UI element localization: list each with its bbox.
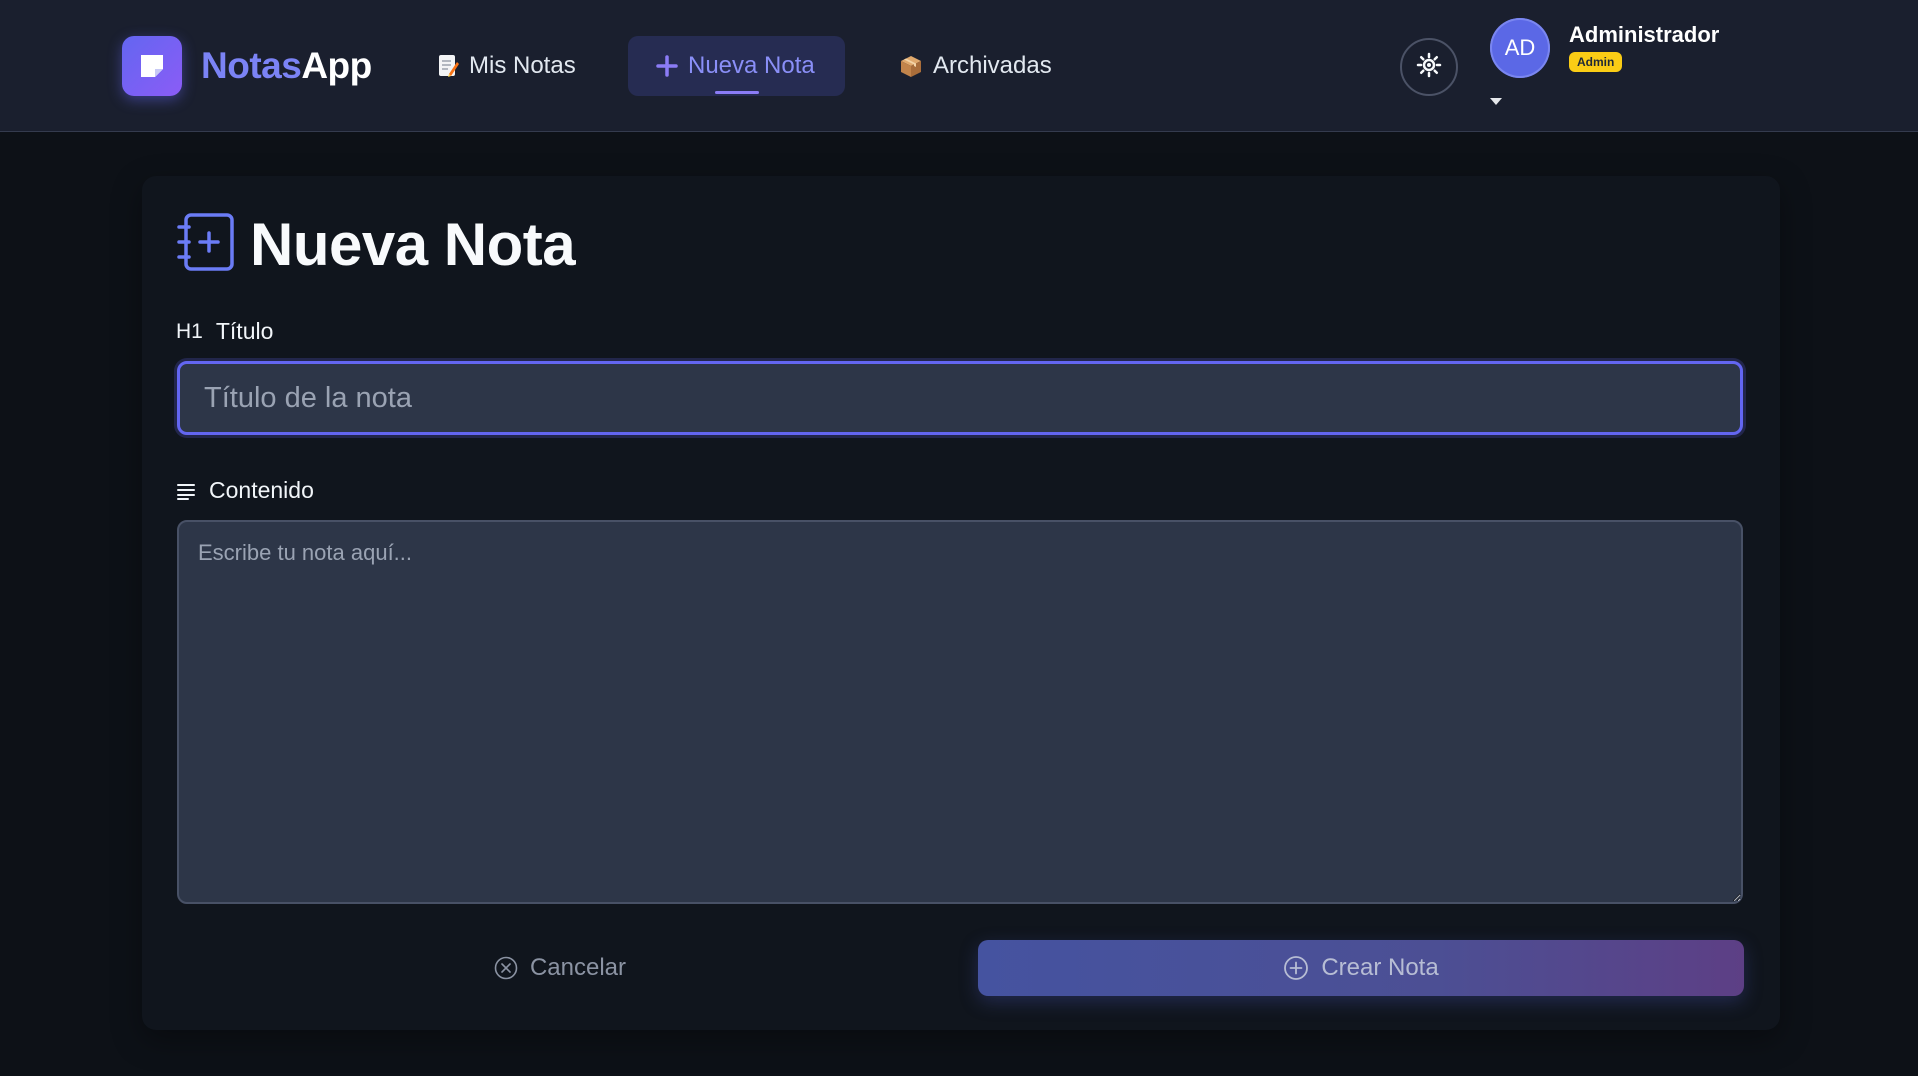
role-badge: Admin — [1569, 52, 1623, 72]
user-name: Administrador — [1569, 22, 1720, 47]
nav-mis-notas-label: Mis Notas — [469, 52, 576, 79]
brand-name-part2: App — [301, 45, 372, 86]
nav-mis-notas[interactable]: Mis Notas — [432, 36, 581, 96]
brand-name-part1: Notas — [201, 45, 302, 86]
top-navbar: NotasApp Mis Notas Nueva Nota Archivadas… — [0, 0, 1918, 132]
brand[interactable]: NotasApp — [122, 36, 372, 96]
note-add-icon — [176, 211, 236, 278]
nav-nueva-nota-label: Nueva Nota — [688, 52, 815, 79]
title-label-text: Título — [215, 318, 274, 344]
create-label: Crear Nota — [1321, 954, 1439, 981]
page-title: Nueva Nota — [250, 211, 576, 278]
cancel-label: Cancelar — [529, 954, 627, 981]
nav-archivadas[interactable]: Archivadas — [894, 36, 1057, 96]
cancel-button[interactable]: Cancelar — [176, 940, 944, 996]
memo-icon — [437, 54, 459, 78]
text-lines-icon — [176, 482, 196, 500]
brand-name: NotasApp — [201, 45, 372, 87]
close-circle-icon — [494, 956, 518, 980]
title-input[interactable] — [177, 361, 1743, 435]
page-heading: Nueva Nota — [176, 210, 576, 279]
title-field-label: H1 Título — [176, 318, 273, 345]
sticky-note-logo-icon — [122, 36, 182, 96]
package-icon — [899, 54, 923, 78]
content-textarea[interactable] — [177, 520, 1743, 904]
avatar[interactable]: AD — [1490, 18, 1550, 78]
content-field-label: Contenido — [176, 477, 314, 504]
sun-icon — [1416, 52, 1442, 83]
heading-icon: H1 — [176, 319, 203, 343]
content-label-text: Contenido — [209, 477, 314, 503]
create-note-button[interactable]: Crear Nota — [978, 940, 1744, 996]
theme-toggle-button[interactable] — [1400, 38, 1458, 96]
plus-icon — [656, 55, 678, 77]
nav-archivadas-label: Archivadas — [933, 52, 1052, 79]
active-tab-indicator — [715, 91, 759, 94]
chevron-down-icon[interactable] — [1490, 98, 1502, 105]
add-circle-icon — [1283, 955, 1309, 981]
nav-nueva-nota[interactable]: Nueva Nota — [628, 36, 845, 96]
